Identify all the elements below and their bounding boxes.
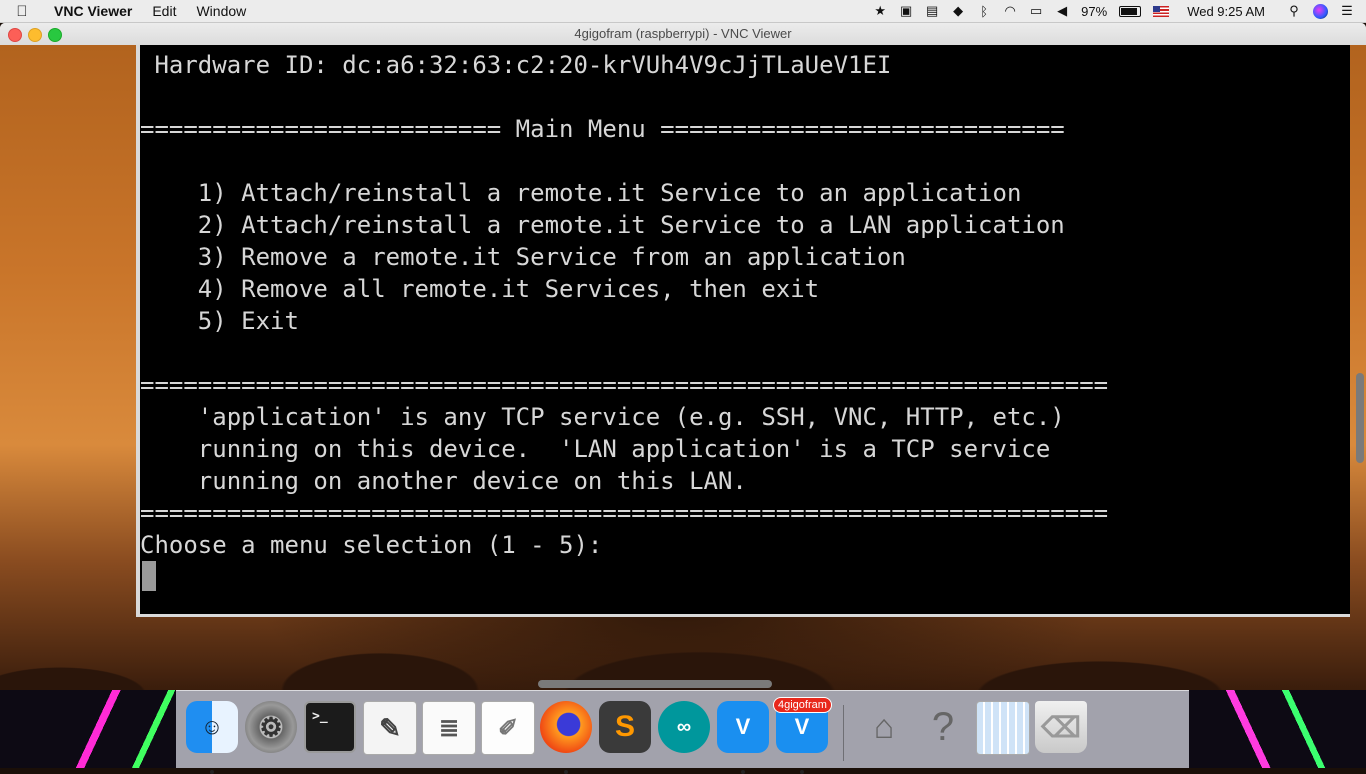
vertical-scrollbar[interactable]	[1356, 373, 1364, 463]
trash-icon: ⌫	[1035, 701, 1087, 753]
running-indicator	[564, 770, 568, 774]
window-title: 4gigofram (raspberrypi) - VNC Viewer	[574, 26, 792, 41]
menu-option-4: 4) Remove all remote.it Services, then e…	[140, 275, 820, 303]
script-editor-icon: ✎	[363, 701, 417, 755]
dock-vnc-viewer[interactable]: V	[717, 701, 771, 774]
separator-line: ========================================…	[140, 499, 1109, 527]
running-indicator	[741, 770, 745, 774]
separator-line: ========================================…	[140, 371, 1109, 399]
dock-textedit[interactable]: ≣	[422, 701, 476, 757]
info-line-3: running on another device on this LAN.	[140, 467, 747, 495]
vnc-viewer-window: 4gigofram (raspberrypi) - VNC Viewer Har…	[0, 23, 1366, 690]
running-indicator	[800, 770, 804, 774]
dock-arduino[interactable]: ∞	[658, 701, 712, 757]
menu-option-5: 5) Exit	[140, 307, 299, 335]
dock-trash[interactable]: ⌫	[1035, 701, 1089, 757]
dock-sublime-text[interactable]: S	[599, 701, 653, 757]
close-button[interactable]	[8, 28, 22, 42]
minimize-button[interactable]	[28, 28, 42, 42]
main-menu-header: ========================= Main Menu ====…	[140, 115, 1065, 143]
dock-notes-document[interactable]: ✐	[481, 701, 535, 757]
menu-option-2: 2) Attach/reinstall a remote.it Service …	[140, 211, 1065, 239]
battery-icon[interactable]	[1119, 5, 1142, 17]
menu-option-3: 3) Remove a remote.it Service from an ap…	[140, 243, 906, 271]
menu-prompt: Choose a menu selection (1 - 5):	[140, 531, 603, 559]
menu-edit[interactable]: Edit	[152, 3, 176, 19]
textedit-icon: ≣	[422, 701, 476, 755]
airplay-icon[interactable]: ▭	[1029, 3, 1043, 19]
firefox-icon	[540, 701, 592, 753]
battery-percent[interactable]: 97%	[1081, 4, 1107, 19]
preview-icon: ⌂	[873, 707, 895, 746]
dock-help[interactable]: ?	[917, 701, 971, 757]
session-badge: 4gigofram	[773, 697, 832, 713]
siri-icon[interactable]	[1313, 3, 1328, 19]
sublime-text-icon: S	[599, 701, 651, 753]
dock-vnc-viewer-session[interactable]: V 4gigofram	[773, 697, 832, 774]
package-icon[interactable]: ▣	[899, 3, 913, 19]
input-source-flag-icon[interactable]	[1153, 5, 1170, 17]
running-indicator	[210, 770, 214, 774]
dock-screenshot[interactable]	[976, 701, 1030, 757]
apple-menu-icon[interactable]: 	[0, 3, 44, 20]
window-titlebar[interactable]: 4gigofram (raspberrypi) - VNC Viewer	[0, 23, 1366, 46]
system-preferences-icon: ⚙	[245, 701, 297, 753]
menu-window[interactable]: Window	[196, 3, 246, 19]
finder-icon: ☺	[186, 701, 238, 753]
bluetooth-icon[interactable]: ᛒ	[977, 4, 991, 19]
spotlight-search-icon[interactable]: ⚲	[1287, 3, 1301, 19]
dropbox-icon[interactable]: ◆	[951, 3, 965, 19]
menu-app-name[interactable]: VNC Viewer	[54, 3, 132, 19]
menu-bar:  VNC Viewer Edit Window ★ ▣ ▤ ◆ ᛒ ◠ ▭ ◀…	[0, 0, 1366, 23]
maximize-button[interactable]	[48, 28, 62, 42]
remote-desktop-view[interactable]: Hardware ID: dc:a6:32:63:c2:20-krVUh4V9c…	[0, 45, 1366, 690]
vnc-viewer-icon: V	[717, 701, 769, 753]
clock[interactable]: Wed 9:25 AM	[1187, 4, 1265, 19]
status-area: ★ ▣ ▤ ◆ ᛒ ◠ ▭ ◀ 97% Wed 9:25 AM ⚲ ☰	[873, 3, 1366, 19]
info-line-1: 'application' is any TCP service (e.g. S…	[140, 403, 1065, 431]
terminal-window[interactable]: Hardware ID: dc:a6:32:63:c2:20-krVUh4V9c…	[136, 45, 1350, 617]
notification-center-icon[interactable]: ☰	[1340, 3, 1354, 19]
arduino-icon: ∞	[658, 701, 710, 753]
info-line-2: running on this device. 'LAN application…	[140, 435, 1051, 463]
menu-option-1: 1) Attach/reinstall a remote.it Service …	[140, 179, 1022, 207]
horizontal-scrollbar[interactable]	[538, 680, 772, 688]
help-icon: ?	[931, 704, 955, 749]
display-mirror-icon[interactable]: ▤	[925, 3, 939, 19]
screenshot-icon	[976, 701, 1030, 755]
dock: ☺ ⚙ >_ ✎ ≣ ✐ S ∞ V V 4gigofram ⌂ ? ⌫	[176, 690, 1189, 774]
hardware-id-line: Hardware ID: dc:a6:32:63:c2:20-krVUh4V9c…	[140, 51, 892, 79]
dock-system-preferences[interactable]: ⚙	[245, 701, 299, 757]
terminal-icon: >_	[304, 701, 356, 753]
dock-firefox[interactable]	[540, 701, 594, 774]
notes-document-icon: ✐	[481, 701, 535, 755]
wifi-icon[interactable]: ◠	[1003, 3, 1017, 19]
dock-script-editor[interactable]: ✎	[363, 701, 417, 757]
dock-preview[interactable]: ⌂	[858, 701, 912, 757]
text-cursor[interactable]	[142, 561, 156, 591]
star-icon[interactable]: ★	[873, 3, 887, 19]
dock-finder[interactable]: ☺	[186, 701, 240, 774]
dock-terminal[interactable]: >_	[304, 701, 358, 757]
dock-separator	[843, 705, 844, 761]
volume-icon[interactable]: ◀	[1055, 3, 1069, 19]
